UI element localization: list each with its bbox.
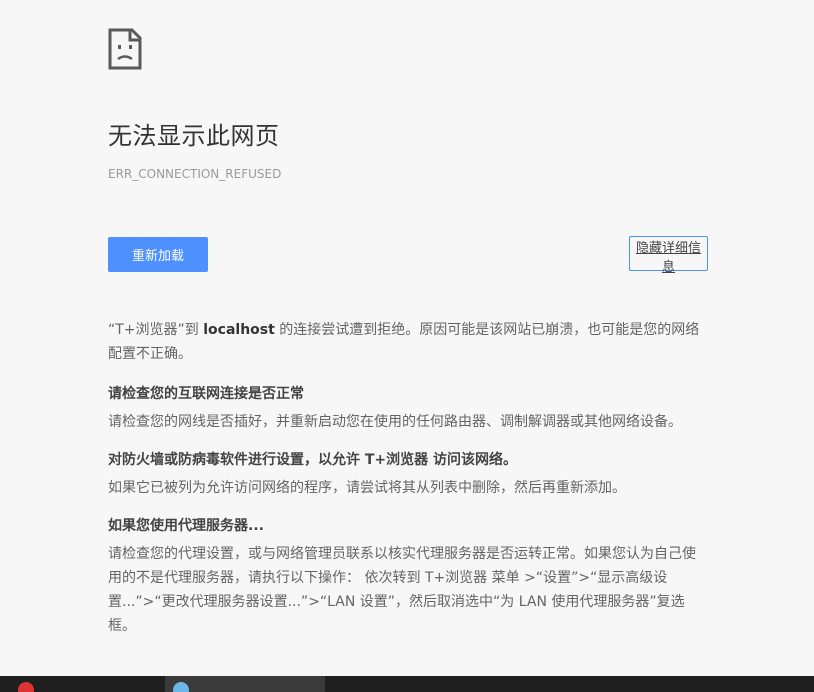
error-code: ERR_CONNECTION_REFUSED [108,167,282,181]
section-title: 如果您使用代理服务器... [108,518,264,534]
check-connection-section: 请检查您的互联网连接是否正常 请检查您的网线是否插好，并重新启动您在使用的任何路… [108,382,708,434]
section-body: 请检查您的代理设置，或与网络管理员联系以核实代理服务器是否运转正常。如果您认为自… [108,546,696,634]
reload-button[interactable]: 重新加载 [108,237,208,272]
taskbar-item-active[interactable] [165,676,325,692]
sad-document-icon [108,28,142,70]
proxy-section: 如果您使用代理服务器... 请检查您的代理设置，或与网络管理员联系以核实代理服务… [108,514,708,638]
app-icon [18,682,34,692]
intro-text: “T+浏览器”到 localhost 的连接尝试遭到拒绝。原因可能是该网站已崩溃… [108,318,708,366]
hide-details-button[interactable]: 隐藏详细信息 [629,236,708,275]
section-body: 如果它已被列为允许访问网络的程序，请尝试将其从列表中删除，然后再重新添加。 [108,480,626,496]
page-title: 无法显示此网页 [108,122,280,150]
intro-host: localhost [203,322,275,338]
taskbar-item[interactable] [10,676,160,692]
section-body: 请检查您的网线是否插好，并重新启动您在使用的任何路由器、调制解调器或其他网络设备… [108,414,682,430]
app-icon [173,682,189,692]
error-details: “T+浏览器”到 localhost 的连接尝试遭到拒绝。原因可能是该网站已崩溃… [108,318,708,652]
intro-prefix: “T+浏览器”到 [108,322,204,338]
section-title: 对防火墙或防病毒软件进行设置，以允许 T+浏览器 访问该网络。 [108,452,518,468]
error-page: 无法显示此网页 ERR_CONNECTION_REFUSED 重新加载 隐藏详细… [0,0,814,692]
firewall-section: 对防火墙或防病毒软件进行设置，以允许 T+浏览器 访问该网络。 如果它已被列为允… [108,448,708,500]
taskbar [0,676,814,692]
section-title: 请检查您的互联网连接是否正常 [108,386,304,402]
